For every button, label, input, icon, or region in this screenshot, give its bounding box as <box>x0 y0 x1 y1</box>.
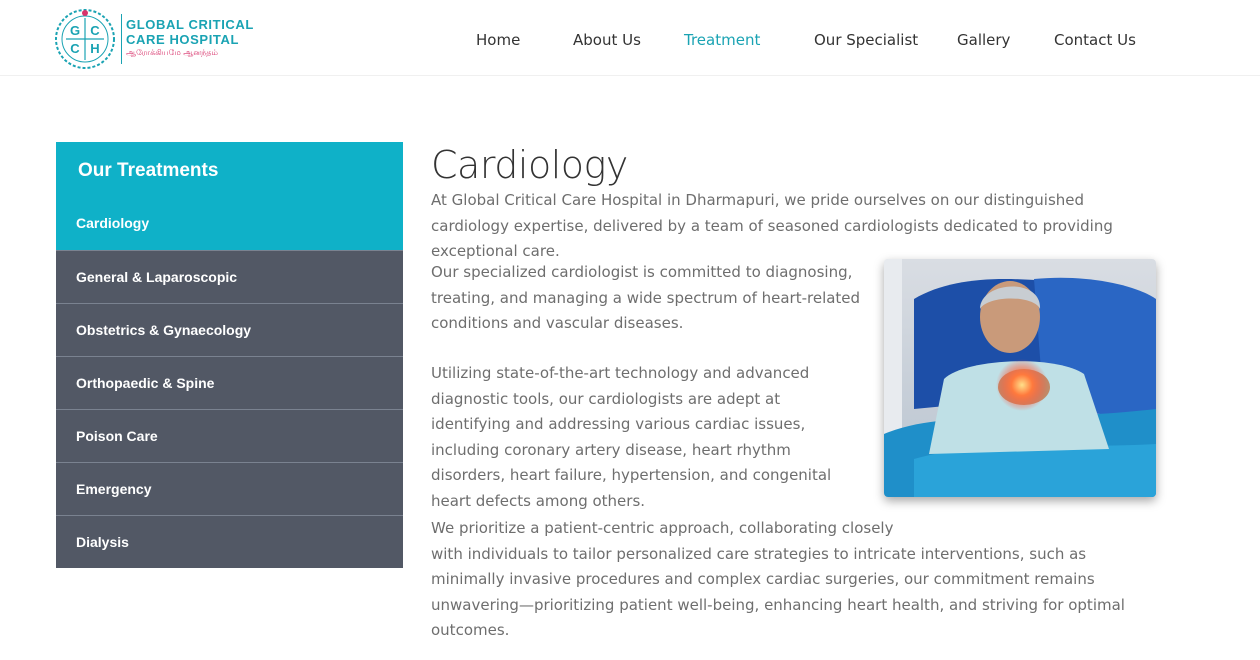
nav-home[interactable]: Home <box>476 31 520 49</box>
sidebar-item-cardiology[interactable]: Cardiology <box>56 197 403 250</box>
nav-contact-us[interactable]: Contact Us <box>1054 31 1136 49</box>
sidebar-item-dialysis[interactable]: Dialysis <box>56 515 403 568</box>
main-nav: Home About Us Treatment Our Specialist G… <box>0 31 1260 53</box>
sidebar-item-poison-care[interactable]: Poison Care <box>56 409 403 462</box>
approach-paragraph: We prioritize a patient-centric approach… <box>431 516 1161 644</box>
approach-paragraph-line1: We prioritize a patient-centric approach… <box>431 519 894 537</box>
nav-treatment[interactable]: Treatment <box>684 31 760 49</box>
patient-photo-illustration <box>884 259 1156 497</box>
nav-our-specialist[interactable]: Our Specialist <box>814 31 918 49</box>
page-title: Cardiology <box>431 143 628 187</box>
technology-paragraph: Utilizing state-of-the-art technology an… <box>431 364 832 510</box>
nav-gallery[interactable]: Gallery <box>957 31 1010 49</box>
sidebar-item-general-laparoscopic[interactable]: General & Laparoscopic <box>56 250 403 303</box>
sidebar-item-orthopaedic-spine[interactable]: Orthopaedic & Spine <box>56 356 403 409</box>
sidebar-item-obstetrics-gynaecology[interactable]: Obstetrics & Gynaecology <box>56 303 403 356</box>
treatment-content: Cardiology At Global Critical Care Hospi… <box>431 142 1171 639</box>
sidebar-title: Our Treatments <box>56 142 403 197</box>
treatments-sidebar: Our Treatments Cardiology General & Lapa… <box>56 142 403 568</box>
intro-paragraph: At Global Critical Care Hospital in Dhar… <box>431 191 1113 260</box>
approach-paragraph-rest: with individuals to tailor personalized … <box>431 544 1125 640</box>
logo-name-line1: GLOBAL CRITICAL <box>126 17 254 32</box>
site-header: G C C H GLOBAL CRITICAL CARE HOSPITAL ஆர… <box>0 0 1260 76</box>
sidebar-item-emergency[interactable]: Emergency <box>56 462 403 515</box>
nav-about-us[interactable]: About Us <box>573 31 641 49</box>
specialist-paragraph: Our specialized cardiologist is committe… <box>431 263 861 332</box>
cardiology-patient-photo <box>884 259 1156 497</box>
